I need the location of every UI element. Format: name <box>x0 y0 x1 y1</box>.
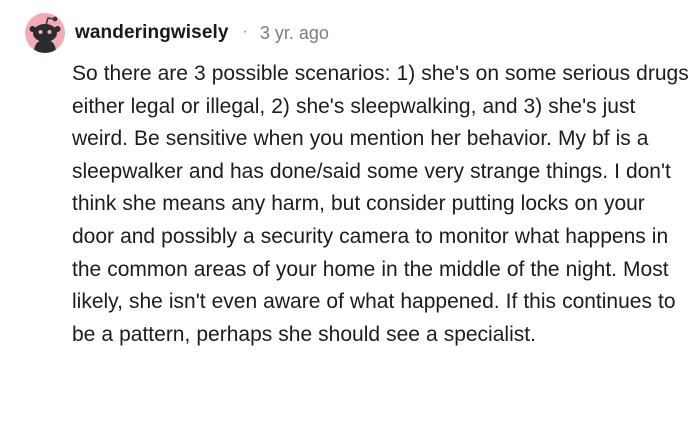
comment-timestamp[interactable]: 3 yr. ago <box>260 23 329 44</box>
comment: wanderingwisely · 3 yr. ago So there are… <box>0 0 700 422</box>
snoo-avatar-icon <box>29 16 61 53</box>
username-link[interactable]: wanderingwisely <box>75 22 229 44</box>
user-avatar[interactable] <box>25 13 65 53</box>
comment-body: So there are 3 possible scenarios: 1) sh… <box>72 62 689 346</box>
comment-header: wanderingwisely · 3 yr. ago <box>25 8 329 58</box>
meta-separator: · <box>242 23 248 40</box>
